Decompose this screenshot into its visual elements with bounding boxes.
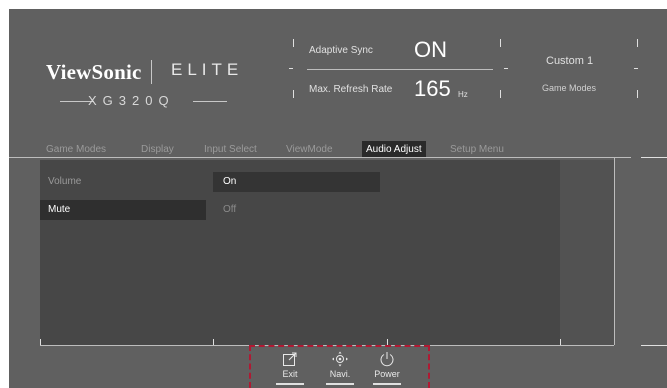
tab-setup-menu[interactable]: Setup Menu — [450, 144, 504, 155]
elite-logo: ELITE — [171, 60, 244, 79]
header-tick — [637, 39, 638, 47]
navi-indicator — [326, 383, 354, 385]
profile-value: Custom 1 — [546, 55, 594, 67]
profile-label: Game Modes — [542, 83, 597, 93]
power-icon — [380, 352, 394, 367]
header-tick — [500, 90, 501, 98]
adaptive-sync-label: Adaptive Sync — [309, 45, 373, 56]
exit-icon — [283, 352, 297, 366]
tab-audio-adjust[interactable]: Audio Adjust — [362, 141, 426, 158]
frame-tick — [213, 339, 214, 345]
tab-display[interactable]: Display — [141, 144, 174, 155]
header-divider — [307, 69, 493, 70]
header-tick — [289, 68, 293, 69]
navi-button[interactable]: Navi. — [320, 351, 360, 379]
tab-input-select[interactable]: Input Select — [204, 144, 257, 155]
frame-tick — [641, 345, 667, 346]
header-tick — [293, 90, 294, 98]
exit-label: Exit — [282, 369, 298, 379]
logo-separator — [151, 60, 152, 84]
menu-item-volume[interactable]: Volume — [40, 172, 206, 192]
header-tick — [637, 90, 638, 98]
adaptive-sync-value: ON — [414, 37, 447, 62]
model-name: XG320Q — [88, 93, 175, 108]
exit-button[interactable]: Exit — [270, 351, 310, 379]
header-tick — [500, 39, 501, 47]
menu-item-mute[interactable]: Mute — [40, 200, 206, 220]
power-label: Power — [374, 369, 400, 379]
header-tick — [504, 68, 508, 69]
header-tick — [293, 39, 294, 47]
refresh-rate-unit: Hz — [458, 90, 468, 99]
panel-right-edge — [614, 157, 615, 345]
power-button[interactable]: Power — [367, 351, 407, 379]
option-on[interactable]: On — [213, 172, 380, 192]
power-indicator — [373, 383, 401, 385]
exit-indicator — [276, 383, 304, 385]
frame-tick — [641, 157, 667, 158]
navi-joystick-icon — [332, 351, 348, 367]
tab-game-modes[interactable]: Game Modes — [46, 144, 106, 155]
frame-tick — [40, 339, 41, 345]
refresh-rate-label: Max. Refresh Rate — [309, 84, 393, 95]
option-off[interactable]: Off — [213, 200, 380, 220]
header-tick — [634, 68, 638, 69]
viewsonic-logo: ViewSonic — [46, 60, 142, 84]
tab-underline — [9, 157, 631, 158]
frame-tick — [560, 339, 561, 345]
refresh-rate-value: 165 — [414, 76, 451, 101]
panel-side-column — [560, 160, 614, 345]
model-line-right — [193, 101, 227, 102]
tab-viewmode[interactable]: ViewMode — [286, 144, 333, 155]
navi-label: Navi. — [329, 369, 351, 379]
